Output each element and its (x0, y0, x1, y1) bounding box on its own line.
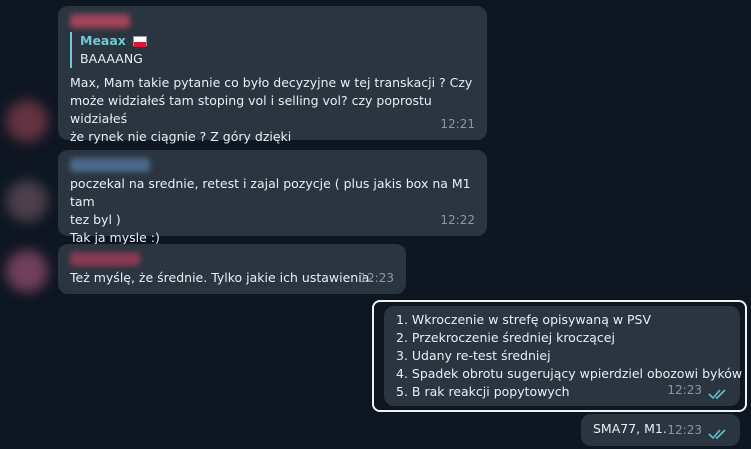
outgoing-message-bubble[interactable]: SMA77, M1. 12:23 (581, 414, 740, 446)
double-check-icon (708, 429, 726, 440)
reply-quote[interactable]: Meaax BAAAANG (70, 32, 475, 68)
avatar[interactable] (6, 250, 48, 292)
poland-flag-icon (132, 36, 147, 47)
message-bubble[interactable]: Też myślę, że średnie. Tylko jakie ich u… (58, 244, 406, 294)
message-line: poczekal na srednie, retest i zajal pozy… (70, 176, 471, 209)
quote-text: BAAAANG (80, 51, 143, 66)
message-line: może widziałeś tam stoping vol i selling… (70, 93, 432, 126)
avatar[interactable] (6, 100, 48, 142)
message-time: 12:23 (667, 423, 702, 437)
list-item: 1. Wkroczenie w strefę opisywaną w PSV (396, 312, 652, 327)
message-text: poczekal na srednie, retest i zajal pozy… (70, 175, 475, 247)
sender-name-blurred[interactable] (70, 14, 130, 28)
message-line: Max, Mam takie pytanie co było decyzyjne… (70, 75, 473, 90)
message-time: 12:21 (440, 117, 475, 131)
message-line: że rynek nie ciągnie ? Z góry dzięki (70, 129, 292, 144)
sender-name-blurred[interactable] (70, 252, 140, 266)
message-time: 12:23 (359, 271, 394, 285)
avatar[interactable] (6, 180, 48, 222)
message-bubble[interactable]: poczekal na srednie, retest i zajal pozy… (58, 150, 487, 245)
message-bubble[interactable]: Meaax BAAAANG Max, Mam takie pytanie co … (58, 6, 487, 144)
double-check-icon (708, 389, 726, 400)
message-text: Też myślę, że średnie. Tylko jakie ich u… (70, 270, 374, 285)
quote-author: Meaax (80, 33, 126, 48)
list-item: 2. Przekroczenie średniej kroczącej (396, 330, 615, 345)
list-item: 3. Udany re-test średniej (396, 348, 551, 363)
message-time: 12:22 (440, 213, 475, 227)
sender-name-blurred[interactable] (70, 158, 150, 172)
message-time: 12:23 (667, 383, 702, 397)
message-text: Max, Mam takie pytanie co było decyzyjne… (70, 74, 475, 146)
message-line: tez byl ) (70, 212, 121, 227)
outgoing-message-bubble[interactable]: 1. Wkroczenie w strefę opisywaną w PSV 2… (384, 306, 742, 406)
